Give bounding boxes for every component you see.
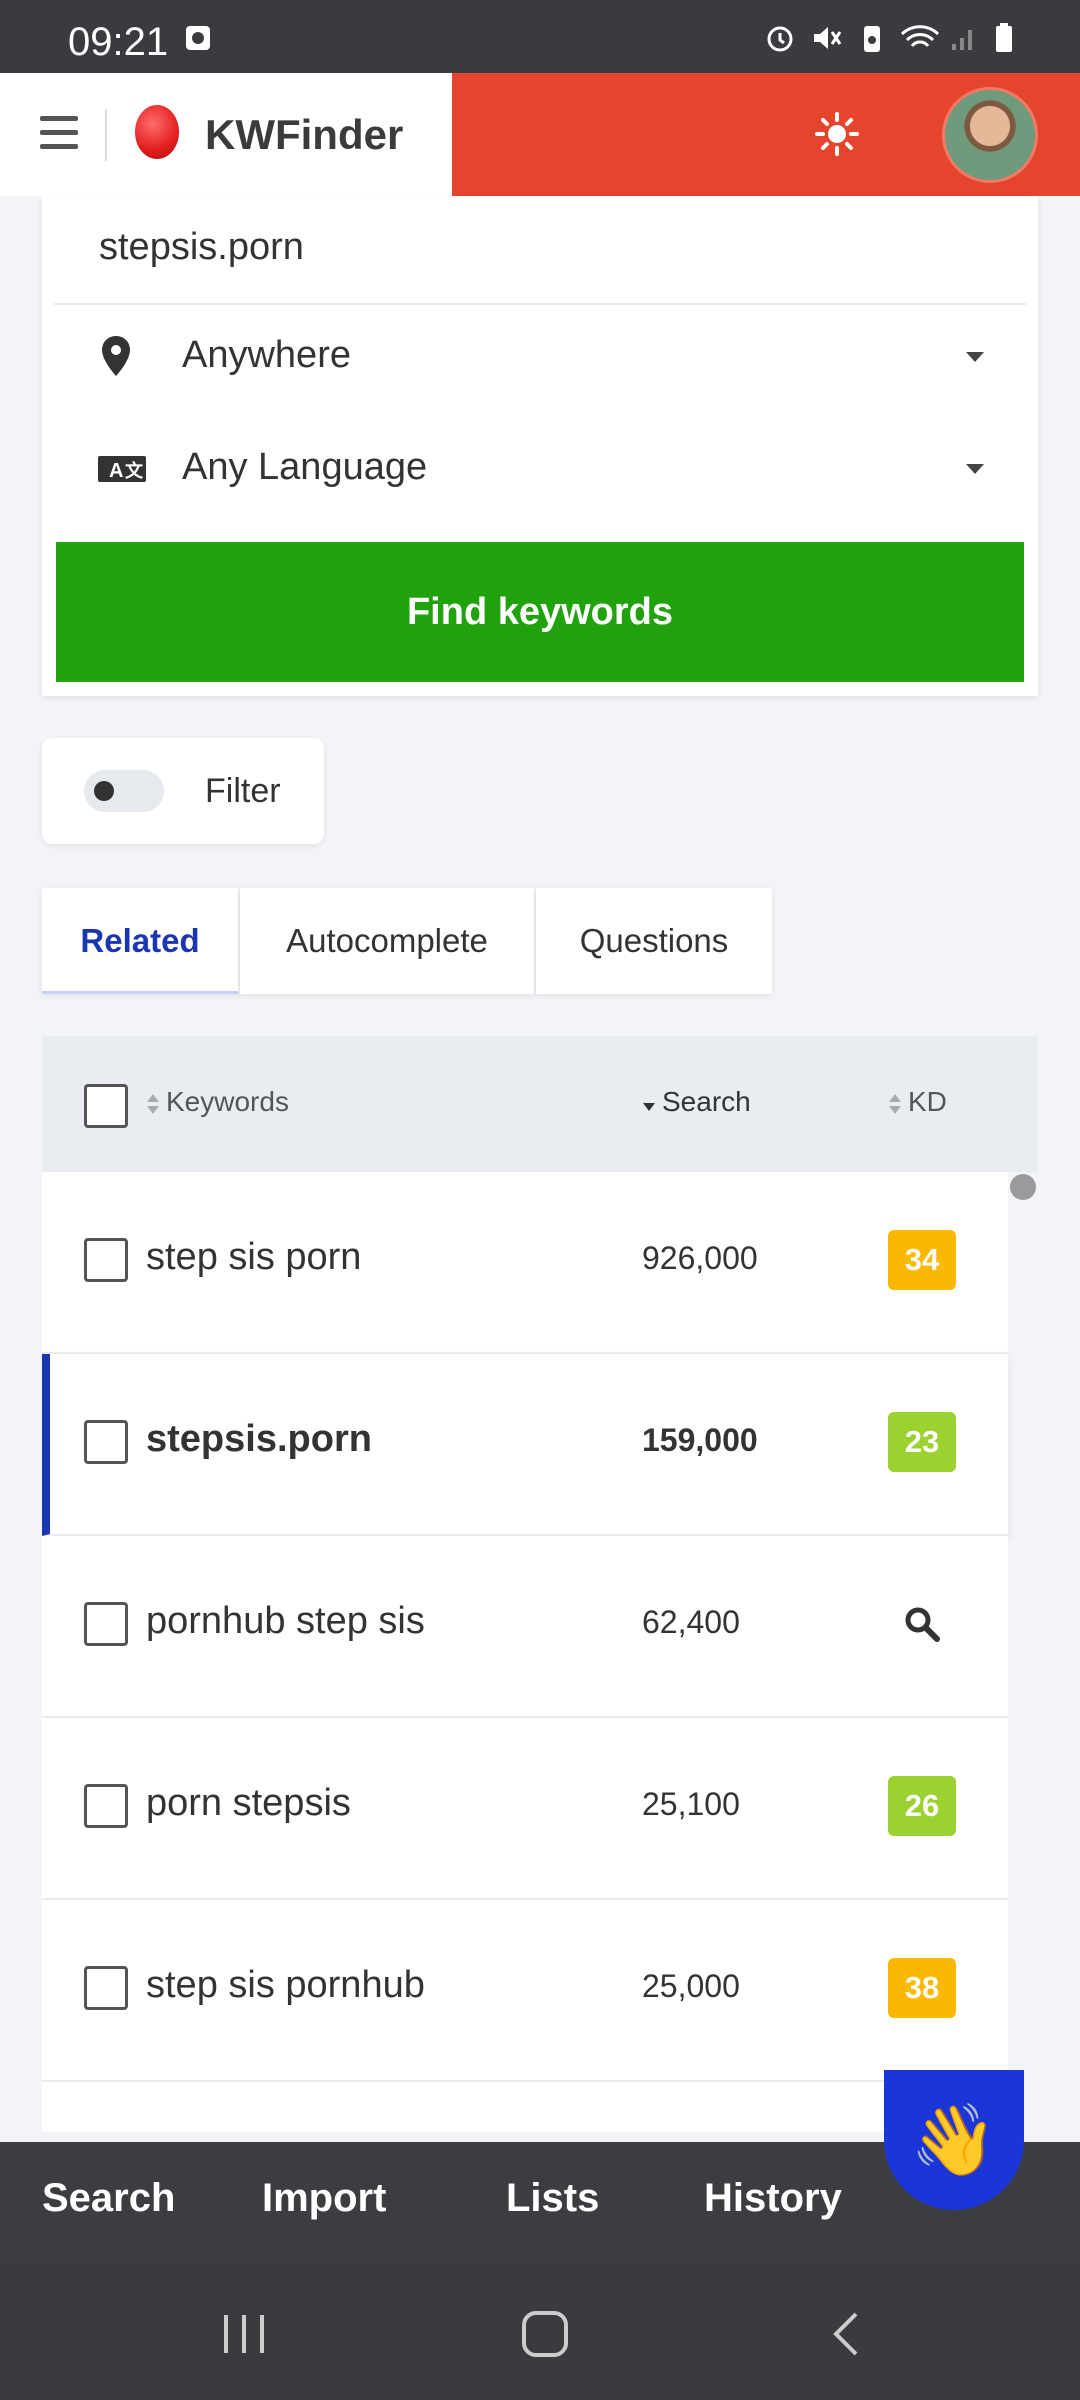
sort-desc-icon [643,1102,655,1111]
kd-badge: 23 [888,1412,956,1472]
chat-wave-button[interactable]: 👋 [884,2070,1024,2210]
system-navigation-bar [0,2265,1080,2400]
kd-badge: 34 [888,1230,956,1290]
divider [54,303,1026,305]
app-header: KWFinder [0,73,1080,196]
tab-autocomplete[interactable]: Autocomplete [240,888,534,994]
sun-icon[interactable] [815,112,859,156]
location-value: Anywhere [182,334,351,376]
svg-text:A: A [109,460,123,482]
search-icon[interactable] [902,1604,942,1644]
keyword-text: porn stepsis [146,1782,351,1824]
nav-lists[interactable]: Lists [506,2176,599,2221]
wifi-icon [900,25,940,48]
brand-name: KWFinder [205,111,404,158]
table-row-selected[interactable]: stepsis.porn 159,000 23 [42,1354,1008,1536]
signal-icon [952,30,972,50]
mute-icon [814,27,842,49]
filter-label: Filter [205,772,281,810]
row-checkbox[interactable] [84,1784,128,1828]
select-all-checkbox[interactable] [84,1084,128,1128]
search-volume: 62,400 [642,1604,740,1640]
keyword-input[interactable]: stepsis.porn [99,226,304,269]
alarm-icon [767,26,793,52]
status-bar: 09:21 [0,0,1080,73]
row-checkbox[interactable] [84,1420,128,1464]
keyword-text: pornhub step sis [146,1600,425,1642]
tab-related[interactable]: Related [42,888,238,994]
table-row[interactable]: step sis porn 926,000 34 [42,1172,1008,1354]
row-checkbox[interactable] [84,1602,128,1646]
column-kd[interactable]: KD [888,1086,947,1118]
chevron-down-icon [966,352,984,362]
user-avatar[interactable] [942,87,1038,183]
svg-text:文: 文 [125,460,144,482]
search-volume: 25,000 [642,1968,740,2004]
screenshot-icon [186,26,210,50]
home-icon[interactable] [520,2309,570,2359]
status-time: 09:21 [68,20,169,64]
language-value: Any Language [182,446,428,488]
table-row[interactable] [42,2082,1008,2132]
battery-saver-icon [864,26,880,52]
row-checkbox[interactable] [84,1238,128,1282]
results-tabs: Related Autocomplete Questions [42,888,774,994]
nav-import[interactable]: Import [262,2176,386,2221]
keyword-text: stepsis.porn [146,1418,372,1460]
location-select[interactable]: Anywhere [54,312,1026,402]
column-search[interactable]: Search [642,1086,751,1118]
table-row[interactable]: pornhub step sis 62,400 [42,1536,1008,1718]
find-keywords-button[interactable]: Find keywords [56,542,1024,682]
kd-badge: 26 [888,1776,956,1836]
recent-apps-icon[interactable] [222,2313,266,2355]
filter-toggle[interactable]: Filter [42,738,324,844]
sort-icon [147,1093,159,1114]
filter-switch[interactable] [84,770,164,812]
search-volume: 926,000 [642,1240,758,1276]
keyword-text: step sis pornhub [146,1964,425,2006]
keyword-text: step sis porn [146,1236,362,1278]
nav-search[interactable]: Search [42,2176,175,2221]
table-row[interactable]: porn stepsis 25,100 26 [42,1718,1008,1900]
column-keywords[interactable]: Keywords [146,1086,289,1118]
chevron-down-icon [966,464,984,474]
table-header: Keywords Search KD [42,1036,1038,1172]
kwfinder-logo [135,105,179,159]
brand-panel: KWFinder [0,73,452,196]
table-row[interactable]: step sis pornhub 25,000 38 [42,1900,1008,2082]
tab-questions[interactable]: Questions [536,888,772,994]
search-form: stepsis.porn Anywhere A 文 Any Language F… [42,196,1038,696]
scrollbar-thumb[interactable] [1010,1174,1036,1200]
header-divider [105,109,107,161]
search-volume: 159,000 [642,1422,758,1458]
row-checkbox[interactable] [84,1966,128,2010]
translate-icon: A 文 [98,456,146,482]
sort-icon [889,1093,901,1114]
kd-badge: 38 [888,1958,956,2018]
battery-icon [996,23,1012,52]
keywords-table: Keywords Search KD step sis porn 926,000… [42,1036,1038,2132]
hamburger-menu-icon[interactable] [40,116,78,152]
language-select[interactable]: A 文 Any Language [54,424,1026,514]
nav-history[interactable]: History [704,2176,842,2221]
search-volume: 25,100 [642,1786,740,1822]
location-pin-icon [102,336,130,376]
back-icon[interactable] [830,2311,860,2357]
